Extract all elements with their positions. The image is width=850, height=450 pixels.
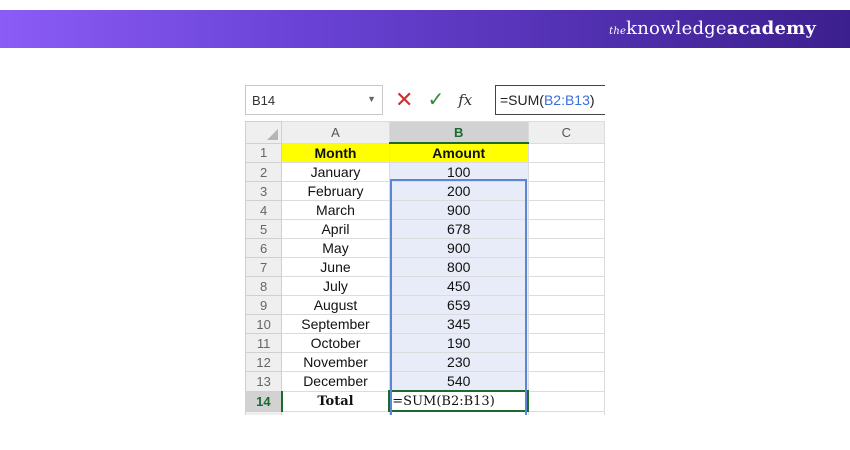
row-header[interactable]: 6 <box>245 238 283 258</box>
fx-icon[interactable]: fx <box>458 91 472 109</box>
cell-month[interactable]: April <box>281 219 390 239</box>
cell-month[interactable]: December <box>281 371 390 392</box>
cell-empty[interactable] <box>527 257 605 277</box>
brand-academy: academy <box>726 18 816 39</box>
cell-empty[interactable] <box>527 219 605 239</box>
row-header[interactable]: 4 <box>245 200 283 220</box>
spreadsheet: B14 ▼ ✕ ✓ fx =SUM(B2:B13) A B C 1 Month … <box>245 85 605 415</box>
column-header-b[interactable]: B <box>388 121 529 144</box>
cell-empty[interactable] <box>527 410 605 415</box>
cell-a1[interactable]: Month <box>281 142 390 163</box>
cell-amount[interactable]: 230 <box>388 352 529 372</box>
row-header[interactable]: 13 <box>245 371 283 392</box>
formula-input[interactable]: =SUM(B2:B13) <box>495 85 605 115</box>
cell-empty[interactable] <box>527 314 605 334</box>
header-banner: theknowledgeacademy <box>0 10 850 48</box>
row-header[interactable]: 7 <box>245 257 283 277</box>
brand-logo: theknowledgeacademy <box>609 18 816 39</box>
cell-empty[interactable] <box>527 295 605 315</box>
cell-empty[interactable] <box>527 238 605 258</box>
cell-empty[interactable] <box>527 276 605 296</box>
cell-amount[interactable]: 190 <box>388 333 529 353</box>
cell-amount[interactable]: 900 <box>388 238 529 258</box>
column-header-c[interactable]: C <box>527 121 605 144</box>
cell-month[interactable]: August <box>281 295 390 315</box>
cell-month[interactable]: March <box>281 200 390 220</box>
cell-amount[interactable]: 800 <box>388 257 529 277</box>
cell-amount[interactable]: 659 <box>388 295 529 315</box>
cell-amount[interactable]: 540 <box>388 371 529 392</box>
row-header[interactable]: 5 <box>245 219 283 239</box>
cell-month[interactable]: February <box>281 181 390 201</box>
row-header[interactable] <box>245 410 283 415</box>
cell-amount[interactable]: 345 <box>388 314 529 334</box>
cell-month[interactable]: July <box>281 276 390 296</box>
cell-empty[interactable] <box>527 390 605 412</box>
cell-empty[interactable] <box>527 181 605 201</box>
cancel-icon[interactable]: ✕ <box>395 89 413 111</box>
row-header[interactable]: 3 <box>245 181 283 201</box>
cell-empty[interactable] <box>388 410 529 415</box>
cell-empty[interactable] <box>527 352 605 372</box>
select-all-corner[interactable] <box>245 121 283 144</box>
check-icon[interactable]: ✓ <box>427 90 444 110</box>
cell-month[interactable]: November <box>281 352 390 372</box>
cell-month[interactable]: September <box>281 314 390 334</box>
row-header[interactable]: 11 <box>245 333 283 353</box>
cell-total-formula[interactable]: =SUM(B2:B13) <box>388 390 530 412</box>
row-header[interactable]: 9 <box>245 295 283 315</box>
cell-month[interactable]: January <box>281 162 390 182</box>
cell-empty[interactable] <box>527 333 605 353</box>
name-box-value: B14 <box>252 93 276 108</box>
row-header[interactable]: 12 <box>245 352 283 372</box>
cell-empty[interactable] <box>281 410 390 415</box>
row-header[interactable]: 2 <box>245 162 283 182</box>
name-box[interactable]: B14 ▼ <box>245 85 383 115</box>
column-header-a[interactable]: A <box>281 121 390 144</box>
cell-amount[interactable]: 678 <box>388 219 529 239</box>
row-header[interactable]: 14 <box>245 390 283 412</box>
cell-amount[interactable]: 100 <box>388 162 529 182</box>
cell-amount[interactable]: 900 <box>388 200 529 220</box>
brand-knowledge: knowledge <box>626 18 727 39</box>
cell-empty[interactable] <box>527 200 605 220</box>
brand-the: the <box>609 26 627 37</box>
formula-range-ref: B2:B13 <box>543 92 590 108</box>
cell-empty[interactable] <box>527 371 605 392</box>
chevron-down-icon[interactable]: ▼ <box>367 94 376 104</box>
cell-b1[interactable]: Amount <box>388 142 529 163</box>
row-header[interactable]: 1 <box>245 142 283 163</box>
row-header[interactable]: 10 <box>245 314 283 334</box>
cell-month[interactable]: October <box>281 333 390 353</box>
formula-prefix: =SUM( <box>500 92 544 108</box>
cell-amount[interactable]: 200 <box>388 181 529 201</box>
row-header[interactable]: 8 <box>245 276 283 296</box>
cell-total-label[interactable]: Total <box>281 390 390 412</box>
cell-amount[interactable]: 450 <box>388 276 529 296</box>
cell-grid: A B C 1 Month Amount 2 January 100 3 Februa… <box>245 121 605 415</box>
formula-bar-icons: ✕ ✓ fx <box>395 85 472 115</box>
cell-month[interactable]: May <box>281 238 390 258</box>
cell-c1[interactable] <box>527 142 605 163</box>
cell-month[interactable]: June <box>281 257 390 277</box>
formula-suffix: ) <box>589 92 595 108</box>
cell-empty[interactable] <box>527 162 605 182</box>
